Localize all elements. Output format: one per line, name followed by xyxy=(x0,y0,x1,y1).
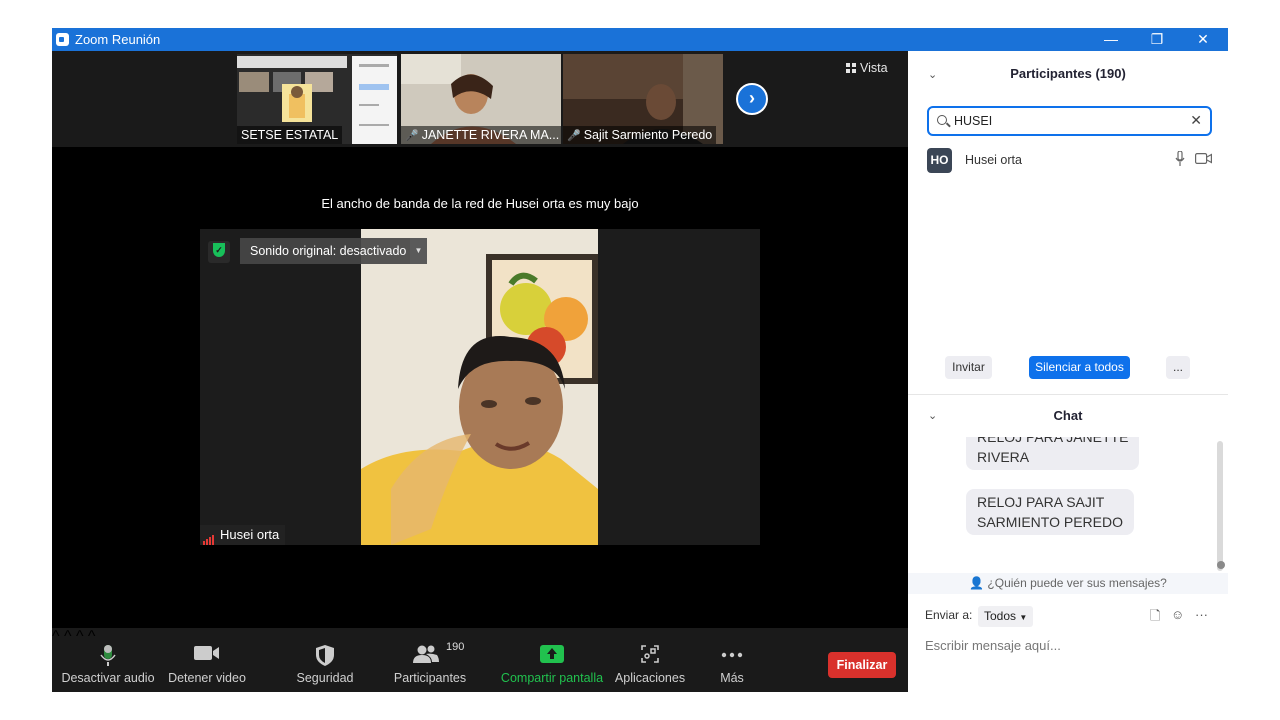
minimize-button[interactable]: — xyxy=(1088,28,1134,51)
search-icon xyxy=(937,115,947,125)
clear-search-icon[interactable]: ✕ xyxy=(1190,112,1202,129)
husei-video-image xyxy=(361,229,598,545)
chevron-down-icon: ▼ xyxy=(1019,613,1028,622)
share-screen-label: Compartir pantalla xyxy=(500,671,604,685)
more-button[interactable]: Más xyxy=(707,628,757,692)
emoji-icon[interactable]: ☺ xyxy=(1171,607,1184,622)
end-meeting-button[interactable]: Finalizar xyxy=(828,652,896,678)
participants-label: Participantes xyxy=(393,671,467,685)
chat-scroll-thumb[interactable] xyxy=(1217,561,1225,569)
shield-check-icon xyxy=(208,241,230,263)
window-title: Zoom Reunión xyxy=(75,32,161,47)
who-can-see-messages-link[interactable]: 👤 ¿Quién puede ver sus mensajes? xyxy=(908,573,1228,594)
security-label: Seguridad xyxy=(296,671,354,685)
title-bar: Zoom Reunión — ❐ ✕ xyxy=(52,28,1228,51)
thumbnail-sajit[interactable]: 🎤 Sajit Sarmiento Peredo xyxy=(563,54,723,144)
chat-scrollbar[interactable] xyxy=(1217,441,1223,571)
thumbnail-strip: SETSE ESTATAL 🎤 JANETTE RIVERA MA... 🎤 S… xyxy=(52,51,908,147)
thumbnail-janette[interactable]: 🎤 JANETTE RIVERA MA... xyxy=(401,54,561,144)
original-sound-label: Sonido original: desactivado xyxy=(240,238,410,264)
participant-search-input[interactable] xyxy=(954,112,1174,130)
panel-divider xyxy=(908,394,1228,395)
camera-icon[interactable] xyxy=(1195,153,1212,164)
camera-icon xyxy=(194,646,219,660)
chat-message-input[interactable] xyxy=(925,638,1215,653)
mute-all-button[interactable]: Silenciar a todos xyxy=(1029,356,1130,379)
thumbnail-name: JANETTE RIVERA MA... xyxy=(421,128,560,142)
weak-signal-icon xyxy=(203,525,215,545)
participants-more-button[interactable]: ... xyxy=(1166,356,1190,379)
close-button[interactable]: ✕ xyxy=(1180,28,1226,51)
zoom-app-icon xyxy=(56,33,69,46)
active-speaker-video[interactable]: Sonido original: desactivado ▼ Husei ort… xyxy=(200,229,760,545)
side-panel: ⌄ Participantes (190) ✕ HO Husei orta In… xyxy=(908,51,1228,692)
meeting-toolbar: Desactivar audio ^ Detener video ^ Segur… xyxy=(52,628,908,692)
participant-list-name: Husei orta xyxy=(965,153,1022,167)
recipient-dropdown[interactable]: Todos ▼ xyxy=(978,606,1034,627)
more-label: Más xyxy=(720,671,744,685)
participants-panel-title: Participantes (190) xyxy=(1010,66,1126,81)
next-page-button[interactable]: › xyxy=(736,83,768,115)
apps-label: Aplicaciones xyxy=(614,671,686,685)
chat-panel-title: Chat xyxy=(1053,408,1083,423)
grid-icon xyxy=(846,63,856,73)
apps-button[interactable]: Aplicaciones xyxy=(610,628,690,692)
apps-icon xyxy=(641,645,659,663)
participant-search-box[interactable]: ✕ xyxy=(927,106,1212,136)
stop-video-button[interactable]: Detener video xyxy=(162,628,252,692)
security-button[interactable]: Seguridad xyxy=(285,628,365,692)
stop-video-label: Detener video xyxy=(168,671,246,685)
husei-video-feed xyxy=(361,229,598,545)
microphone-icon xyxy=(100,645,116,666)
who-can-see-label: ¿Quién puede ver sus mensajes? xyxy=(987,576,1167,590)
participant-list-item[interactable]: HO Husei orta xyxy=(927,146,1212,174)
thumbnail-name: Sajit Sarmiento Peredo xyxy=(583,128,713,142)
person-info-icon: 👤 xyxy=(969,576,985,590)
ellipsis-icon xyxy=(721,652,743,658)
restore-button[interactable]: ❐ xyxy=(1134,28,1180,51)
participants-count: 190 xyxy=(446,641,465,653)
avatar: HO xyxy=(927,148,952,173)
participant-name-tag: Husei orta xyxy=(200,525,286,545)
send-to-label: Enviar a: xyxy=(925,608,973,622)
muted-mic-icon: 🎤 xyxy=(567,130,581,142)
participants-button[interactable]: 190 Participantes xyxy=(390,628,470,692)
thumbnail-label: 🎤 Sajit Sarmiento Peredo xyxy=(563,126,717,144)
thumbnail-setse[interactable]: SETSE ESTATAL xyxy=(237,54,397,144)
chevron-right-icon: › xyxy=(749,88,755,108)
meeting-stage: SETSE ESTATAL 🎤 JANETTE RIVERA MA... 🎤 S… xyxy=(52,51,908,628)
recipient-value: Todos xyxy=(984,609,1017,623)
thumbnail-label: 🎤 JANETTE RIVERA MA... xyxy=(401,126,561,144)
chat-messages: RELOJ PARA JANETTE RIVERA RELOJ PARA SAJ… xyxy=(908,437,1228,573)
participants-icon xyxy=(413,645,439,663)
chat-message: RELOJ PARA SAJIT SARMIENTO PEREDO xyxy=(966,489,1134,535)
participant-name: Husei orta xyxy=(220,527,280,542)
invite-button[interactable]: Invitar xyxy=(945,356,992,379)
muted-mic-icon: 🎤 xyxy=(405,130,419,142)
thumbnail-label: SETSE ESTATAL xyxy=(237,126,343,144)
shield-icon xyxy=(316,645,334,666)
share-screen-icon xyxy=(540,645,564,663)
chat-message: RELOJ PARA JANETTE RIVERA xyxy=(966,437,1140,470)
microphone-icon[interactable] xyxy=(1175,151,1185,166)
zoom-window: Zoom Reunión — ❐ ✕ SETSE ESTATAL 🎤 JANET… xyxy=(52,28,1228,692)
view-button-label: Vista xyxy=(860,61,888,75)
share-screen-button[interactable]: Compartir pantalla xyxy=(499,628,605,692)
mute-audio-button[interactable]: Desactivar audio xyxy=(58,628,158,692)
chat-more-icon[interactable]: ··· xyxy=(1195,607,1208,622)
mute-audio-label: Desactivar audio xyxy=(61,671,155,685)
thumbnail-name: SETSE ESTATAL xyxy=(241,128,339,142)
bandwidth-warning: El ancho de banda de la red de Husei ort… xyxy=(321,196,639,211)
chevron-down-icon[interactable]: ▼ xyxy=(410,238,427,264)
view-button[interactable]: Vista xyxy=(846,61,888,75)
file-icon[interactable]: 🗋 xyxy=(1150,607,1160,629)
